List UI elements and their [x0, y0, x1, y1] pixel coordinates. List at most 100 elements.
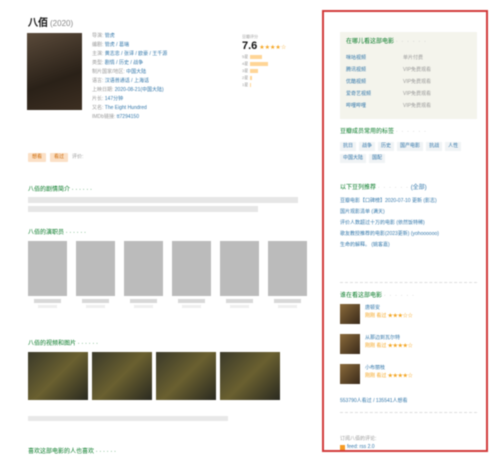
cast-role: [182, 305, 201, 308]
rate-label: 评价:: [72, 154, 84, 160]
doulist-item[interactable]: 生命的解释。 (姚客嘉): [340, 240, 480, 251]
rating-bar-row: 5星: [242, 54, 302, 59]
cast-name: [130, 299, 157, 303]
cast-role: [278, 305, 297, 308]
rating-bar-label: 3星: [242, 67, 249, 73]
divider: [340, 412, 477, 413]
source-price: 单片付费: [403, 55, 424, 61]
cast-photo[interactable]: [124, 241, 163, 296]
cast-member[interactable]: [124, 241, 163, 308]
info-key: 语言:: [92, 78, 104, 84]
cast-member[interactable]: [172, 241, 211, 308]
info-key: 导演:: [92, 33, 104, 39]
doulist-item[interactable]: 评价人数超过十万的电影 (依然饭特稀): [340, 218, 480, 229]
plot-heading: 八佰的剧情简介 · · · · · ·: [28, 187, 92, 193]
source-name[interactable]: 哔哩哔哩: [346, 102, 403, 109]
info-value[interactable]: 管虎: [105, 33, 115, 39]
tag-chip[interactable]: 抗日: [340, 142, 357, 151]
info-value[interactable]: The Eight Hundred: [105, 105, 147, 111]
cast-role: [38, 305, 57, 308]
rss-link[interactable]: feed: rss 2.0: [347, 444, 375, 450]
watcher-stars: ★★★★☆: [387, 373, 413, 379]
cast-member[interactable]: [268, 241, 307, 308]
still-image[interactable]: [92, 352, 152, 400]
cast-role: [134, 305, 153, 308]
cast-photo[interactable]: [268, 241, 307, 296]
info-key: 主演:: [92, 51, 104, 57]
cast-member[interactable]: [76, 241, 115, 308]
more-content: [28, 416, 298, 427]
movie-poster[interactable]: [27, 33, 82, 110]
info-value[interactable]: 汉语普通话 / 上海话: [105, 78, 149, 84]
info-value[interactable]: 147分钟: [105, 96, 123, 102]
source-name[interactable]: 优酷视频: [346, 78, 403, 85]
watcher-name[interactable]: 小布丽枝: [365, 364, 413, 372]
source-row[interactable]: 哔哩哔哩 VIP免费观看: [346, 102, 471, 109]
tag-chip[interactable]: 战争: [359, 142, 376, 151]
watcher-action: 刚刚 看过: [365, 373, 387, 379]
source-row[interactable]: 爱奇艺视频 VIP免费观看: [346, 90, 471, 97]
recs-heading: 喜欢这部电影的人也喜欢 · · · · · ·: [28, 449, 116, 455]
cast-photo[interactable]: [28, 241, 67, 296]
info-row: 上映日期: 2020-08-21(中国大陆): [92, 86, 222, 95]
info-value[interactable]: 剧情 / 历史 / 战争: [105, 60, 143, 66]
source-name[interactable]: 咪咕视频: [346, 54, 403, 61]
cast-photo[interactable]: [220, 241, 259, 296]
tag-chip[interactable]: 抗战: [426, 142, 443, 151]
info-value[interactable]: 2020-08-21(中国大陆): [115, 87, 164, 93]
watcher-status: 刚刚 看过 ★★★★☆: [365, 372, 413, 380]
source-name[interactable]: 爱奇艺视频: [346, 90, 403, 97]
watcher-row: 唐顿安 刚刚 看过 ★★★☆☆: [340, 304, 413, 324]
source-price: VIP免费观看: [403, 67, 432, 73]
watch-counts[interactable]: 553790人看过 / 135541人想看: [340, 397, 408, 404]
avatar[interactable]: [340, 304, 360, 324]
cast-member[interactable]: [28, 241, 67, 308]
doulist-item[interactable]: 歌友教授推荐的电影(2023更新) (yohoooooo): [340, 229, 480, 240]
info-row: 片长: 147分钟: [92, 95, 222, 104]
watcher-name[interactable]: 唐顿安: [365, 304, 413, 312]
rating-bar-label: 5星: [242, 53, 249, 59]
doulist-item[interactable]: 国片观影清单 (满天): [340, 207, 480, 218]
avatar[interactable]: [340, 334, 360, 354]
rating-value: 7.6: [242, 40, 258, 52]
info-key: 制片国家/地区:: [92, 69, 125, 75]
source-row[interactable]: 咪咕视频 单片付费: [346, 54, 471, 61]
info-row: 主演: 黄志忠 / 张译 / 欧豪 / 王千源: [92, 50, 222, 59]
seen-button[interactable]: 看过: [50, 153, 69, 162]
source-row[interactable]: 优酷视频 VIP免费观看: [346, 78, 471, 85]
lists-title: 以下豆列推荐 · · · · · · (全部): [340, 185, 427, 191]
watching-title: 谁在看这部电影 · · · · · ·: [340, 293, 416, 299]
tag-chip[interactable]: 国配: [369, 154, 386, 163]
stills-strip: [28, 352, 280, 400]
info-row: 语言: 汉语普通话 / 上海话: [92, 77, 222, 86]
avatar[interactable]: [340, 364, 360, 384]
watcher-row: 从那边到瓦尔特 刚刚 看过 ★★★★☆: [340, 334, 413, 354]
tag-chip[interactable]: 中国大陆: [340, 154, 367, 163]
want-button[interactable]: 想看: [28, 153, 47, 162]
doulist-item[interactable]: 豆瓣电影【口碑榜】2020-07-10 更新 (影志): [340, 196, 480, 207]
rating-bar-row: 3星: [242, 68, 302, 73]
still-image[interactable]: [220, 352, 280, 400]
watcher-stars: ★★★☆☆: [387, 313, 413, 319]
info-row: 类型: 剧情 / 历史 / 战争: [92, 59, 222, 68]
rating-bar-label: 1星: [242, 81, 249, 87]
watcher-text: 小布丽枝 刚刚 看过 ★★★★☆: [365, 364, 413, 384]
info-value[interactable]: 管虎 / 葛瑞: [105, 42, 129, 48]
watcher-name[interactable]: 从那边到瓦尔特: [365, 334, 413, 342]
cast-member[interactable]: [220, 241, 259, 308]
info-value[interactable]: 中国大陆: [126, 69, 146, 75]
info-value[interactable]: 黄志忠 / 张译 / 欧豪 / 王千源: [105, 51, 168, 57]
tag-chip[interactable]: 人性: [445, 142, 462, 151]
tag-chip[interactable]: 国产电影: [397, 142, 424, 151]
cast-photo[interactable]: [172, 241, 211, 296]
source-name[interactable]: 腾讯视频: [346, 66, 403, 73]
watcher-action: 刚刚 看过: [365, 313, 387, 319]
lists-all-link[interactable]: (全部): [411, 185, 427, 191]
rating-bars: 5星 4星 3星 2星 1星: [242, 54, 302, 87]
still-image[interactable]: [156, 352, 216, 400]
cast-photo[interactable]: [76, 241, 115, 296]
tag-chip[interactable]: 历史: [378, 142, 395, 151]
still-image[interactable]: [28, 352, 88, 400]
info-value[interactable]: tt7294150: [117, 114, 139, 120]
source-row[interactable]: 腾讯视频 VIP免费观看: [346, 66, 471, 73]
